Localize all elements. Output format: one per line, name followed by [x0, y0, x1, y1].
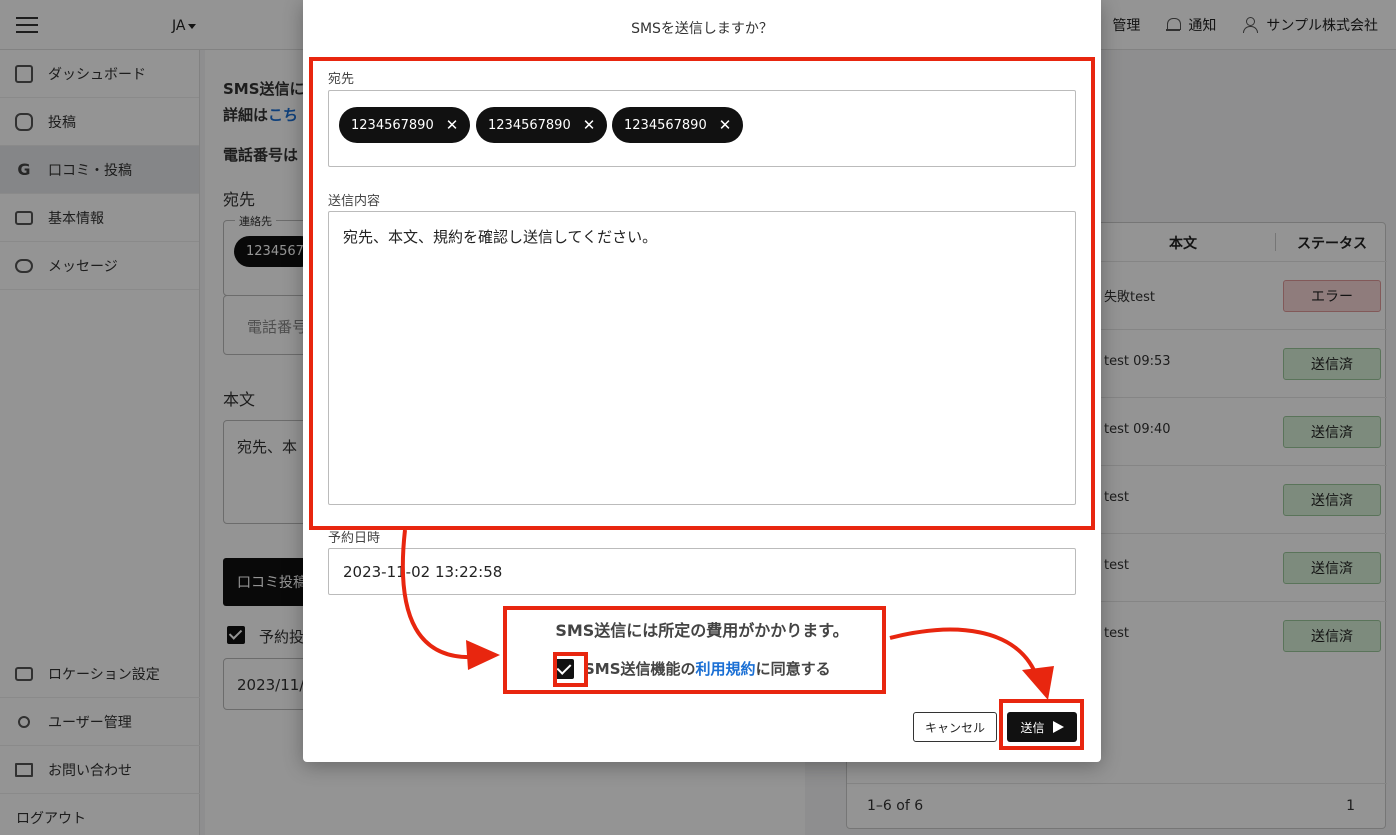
- dialog-title: SMSを送信しますか？: [631, 21, 773, 37]
- send-highlight-box: [999, 699, 1084, 750]
- schedule-value: 2023-11-02 13:22:58: [343, 563, 503, 581]
- cancel-button[interactable]: キャンセル: [913, 712, 997, 742]
- content-highlight-box: [309, 57, 1095, 530]
- checkbox-highlight-box: [553, 652, 588, 687]
- schedule-input[interactable]: 2023-11-02 13:22:58: [328, 548, 1076, 595]
